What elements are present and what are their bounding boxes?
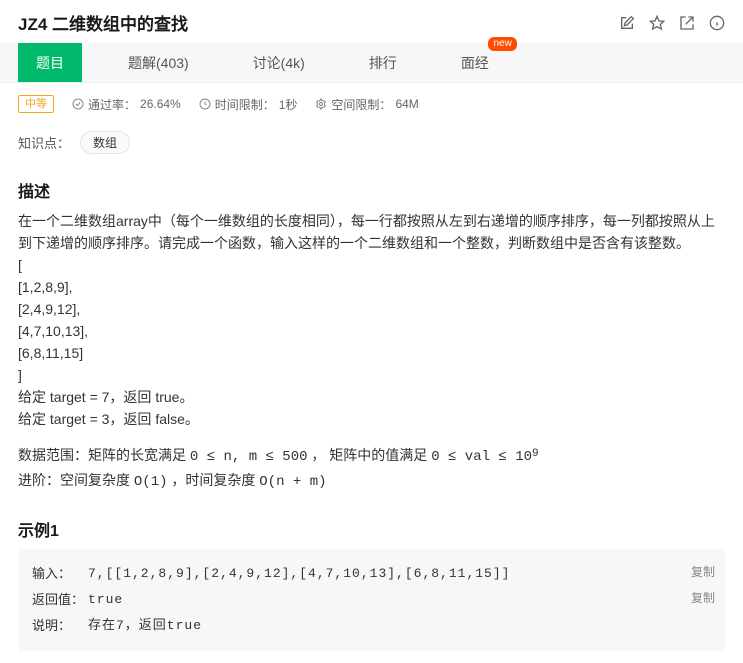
- difficulty-tag: 中等: [18, 95, 54, 113]
- target-line-2: 给定 target = 3，返回 false。: [18, 408, 725, 430]
- page-title: JZ4 二维数组中的查找: [18, 10, 188, 35]
- tab-rank[interactable]: 排行: [351, 43, 415, 82]
- description-heading: 描述: [18, 178, 725, 202]
- example-explain-value: 存在7，返回true: [88, 613, 202, 639]
- tab-bar: 题目 题解(403) 讨论(4k) 排行 面经 new: [0, 43, 743, 83]
- matrix-line-4: [6,8,11,15]: [18, 342, 725, 364]
- tab-solutions[interactable]: 题解(403): [110, 43, 207, 82]
- info-icon[interactable]: [709, 15, 725, 31]
- example-block: 复制 复制 输入： 7,[[1,2,8,9],[2,4,9,12],[4,7,1…: [18, 549, 725, 651]
- example-return-label: 返回值：: [32, 587, 88, 613]
- time-limit: 时间限制：1秒: [199, 96, 298, 113]
- gear-icon: [315, 98, 327, 110]
- example-input-label: 输入：: [32, 561, 88, 587]
- description-para: 在一个二维数组array中（每个一维数组的长度相同），每一行都按照从左到右递增的…: [18, 210, 725, 254]
- example-return-value: true: [88, 587, 123, 613]
- header-actions: [619, 15, 725, 31]
- star-icon[interactable]: [649, 15, 665, 31]
- share-icon[interactable]: [679, 15, 695, 31]
- example-explain-label: 说明：: [32, 613, 88, 639]
- memory-limit: 空间限制：64M: [315, 96, 418, 113]
- tab-discuss[interactable]: 讨论(4k): [235, 43, 323, 82]
- copy-input-button[interactable]: 复制: [691, 559, 715, 585]
- clock-icon: [199, 98, 211, 110]
- copy-return-button[interactable]: 复制: [691, 585, 715, 611]
- matrix-line-0: [: [18, 254, 725, 276]
- matrix-line-3: [4,7,10,13],: [18, 320, 725, 342]
- matrix-line-5: ]: [18, 364, 725, 386]
- example1-heading: 示例1: [18, 517, 725, 541]
- description-body: 在一个二维数组array中（每个一维数组的长度相同），每一行都按照从左到右递增的…: [18, 210, 725, 493]
- data-range: 数据范围：矩阵的长宽满足 0 ≤ n, m ≤ 500 ， 矩阵中的值满足 0 …: [18, 444, 725, 469]
- tab-problem[interactable]: 题目: [18, 43, 82, 82]
- target-line-1: 给定 target = 7，返回 true。: [18, 386, 725, 408]
- new-badge: new: [488, 37, 516, 51]
- matrix-line-1: [1,2,8,9],: [18, 276, 725, 298]
- check-icon: [72, 98, 84, 110]
- pass-rate: 通过率：26.64%: [72, 96, 181, 113]
- example-input-value: 7,[[1,2,8,9],[2,4,9,12],[4,7,10,13],[6,8…: [88, 561, 510, 587]
- tab-interview-label: 面经: [461, 53, 489, 73]
- edit-icon[interactable]: [619, 15, 635, 31]
- advanced-line: 进阶：空间复杂度 O(1) ，时间复杂度 O(n + m): [18, 469, 725, 493]
- kp-label: 知识点：: [18, 133, 70, 152]
- meta-row: 中等 通过率：26.64% 时间限制：1秒 空间限制：64M: [0, 83, 743, 125]
- matrix-line-2: [2,4,9,12],: [18, 298, 725, 320]
- kp-tag-array[interactable]: 数组: [80, 131, 130, 154]
- tab-interview[interactable]: 面经 new: [443, 43, 507, 82]
